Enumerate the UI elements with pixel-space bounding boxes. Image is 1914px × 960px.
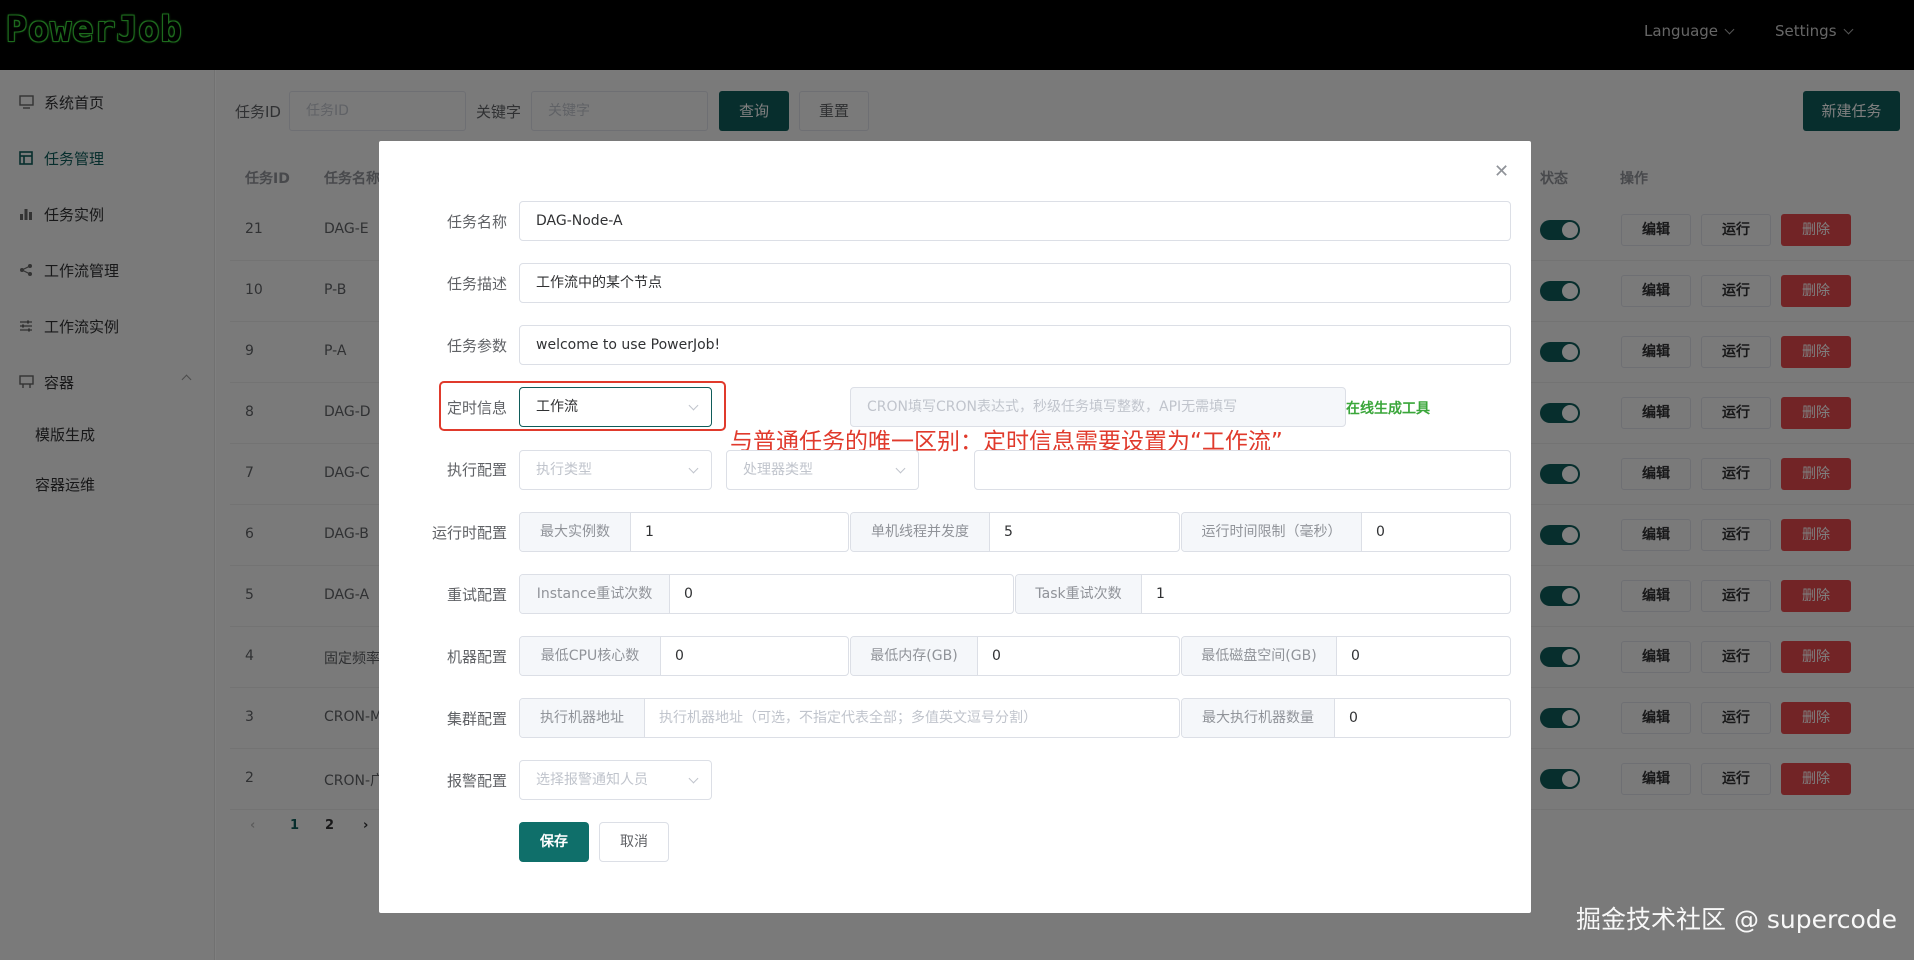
machine-address-field[interactable]: 执行机器地址 执行机器地址（可选，不指定代表全部；多值英文逗号分割） xyxy=(519,698,1180,738)
chevron-down-icon xyxy=(688,463,699,474)
thread-concurrency-field[interactable]: 单机线程并发度 5 xyxy=(850,512,1180,552)
min-cpu-value[interactable]: 0 xyxy=(661,637,848,675)
instance-retry-value[interactable]: 0 xyxy=(670,575,1013,613)
min-disk-value[interactable]: 0 xyxy=(1337,637,1510,675)
thread-concurrency-prefix: 单机线程并发度 xyxy=(851,513,990,551)
processor-info-input[interactable] xyxy=(974,450,1511,490)
task-params-label: 任务参数 xyxy=(446,337,507,355)
annotation-highlight-box xyxy=(439,381,726,431)
task-retry-prefix: Task重试次数 xyxy=(1016,575,1142,613)
thread-concurrency-value[interactable]: 5 xyxy=(990,513,1179,551)
max-instances-prefix: 最大实例数 xyxy=(520,513,631,551)
task-name-label: 任务名称 xyxy=(446,213,507,231)
timing-expression-input[interactable]: CRON填写CRON表达式，秒级任务填写整数，API无需填写 xyxy=(850,387,1346,427)
exec-type-select[interactable]: 执行类型 xyxy=(519,450,712,490)
cluster-config-label: 集群配置 xyxy=(446,710,507,728)
task-retry-field[interactable]: Task重试次数 1 xyxy=(1015,574,1511,614)
cancel-button[interactable]: 取消 xyxy=(599,822,669,862)
machine-address-placeholder[interactable]: 执行机器地址（可选，不指定代表全部；多值英文逗号分割） xyxy=(645,699,1179,737)
runtime-config-label: 运行时配置 xyxy=(431,524,507,542)
max-instances-field[interactable]: 最大实例数 1 xyxy=(519,512,849,552)
task-retry-value[interactable]: 1 xyxy=(1142,575,1510,613)
max-machines-prefix: 最大执行机器数量 xyxy=(1182,699,1335,737)
alarm-config-label: 报警配置 xyxy=(446,772,507,790)
online-generator-link[interactable]: 在线生成工具 xyxy=(1346,398,1430,418)
processor-type-select[interactable]: 处理器类型 xyxy=(726,450,919,490)
watermark: 掘金技术社区 @ supercode xyxy=(1576,905,1898,934)
instance-retry-field[interactable]: Instance重试次数 0 xyxy=(519,574,1014,614)
task-name-input[interactable]: DAG-Node-A xyxy=(519,201,1511,241)
exec-config-label: 执行配置 xyxy=(446,461,507,479)
min-cpu-prefix: 最低CPU核心数 xyxy=(520,637,661,675)
min-memory-prefix: 最低内存(GB) xyxy=(851,637,978,675)
min-memory-field[interactable]: 最低内存(GB) 0 xyxy=(850,636,1180,676)
task-params-input[interactable]: welcome to use PowerJob! xyxy=(519,325,1511,365)
min-disk-prefix: 最低磁盘空间(GB) xyxy=(1182,637,1337,675)
task-desc-label: 任务描述 xyxy=(446,275,507,293)
max-machines-value[interactable]: 0 xyxy=(1335,699,1510,737)
save-button[interactable]: 保存 xyxy=(519,822,589,862)
retry-config-label: 重试配置 xyxy=(446,586,507,604)
alarm-receivers-placeholder: 选择报警通知人员 xyxy=(536,772,648,788)
chevron-down-icon xyxy=(688,773,699,784)
max-instances-value[interactable]: 1 xyxy=(631,513,848,551)
exec-type-placeholder: 执行类型 xyxy=(536,462,592,478)
time-limit-prefix: 运行时间限制（毫秒） xyxy=(1182,513,1362,551)
min-cpu-field[interactable]: 最低CPU核心数 0 xyxy=(519,636,849,676)
machine-config-label: 机器配置 xyxy=(446,648,507,666)
close-icon[interactable]: ✕ xyxy=(1494,161,1509,182)
min-memory-value[interactable]: 0 xyxy=(978,637,1179,675)
processor-type-placeholder: 处理器类型 xyxy=(743,462,813,478)
max-machines-field[interactable]: 最大执行机器数量 0 xyxy=(1181,698,1511,738)
time-limit-value[interactable]: 0 xyxy=(1362,513,1510,551)
instance-retry-prefix: Instance重试次数 xyxy=(520,575,670,613)
machine-address-prefix: 执行机器地址 xyxy=(520,699,645,737)
task-desc-input[interactable]: 工作流中的某个节点 xyxy=(519,263,1511,303)
min-disk-field[interactable]: 最低磁盘空间(GB) 0 xyxy=(1181,636,1511,676)
time-limit-field[interactable]: 运行时间限制（毫秒） 0 xyxy=(1181,512,1511,552)
chevron-down-icon xyxy=(895,463,906,474)
alarm-receivers-select[interactable]: 选择报警通知人员 xyxy=(519,760,712,800)
